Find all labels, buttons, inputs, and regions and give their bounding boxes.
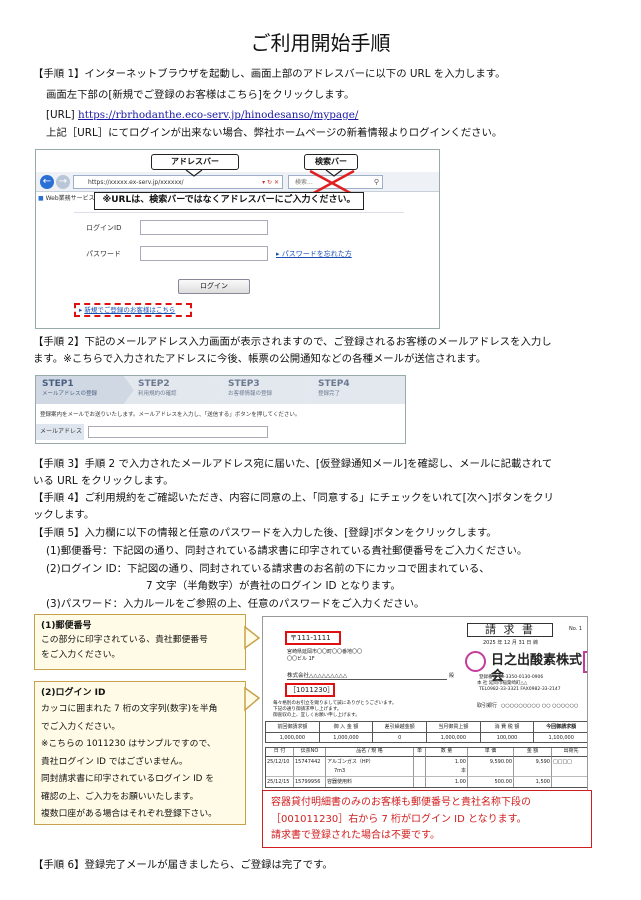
line-cell: 1.00 <box>426 757 468 768</box>
summary-header-cell: 御 入 金 額 <box>319 722 374 733</box>
summary-value-cell: 1,000,000 <box>266 732 320 742</box>
invoice-bank-accounts: ○○○○○○○○○ ○○ ○○○○○○ <box>501 703 579 709</box>
invoice-address-1: 宮崎県延岡市〇〇町〇〇番地〇〇 <box>287 649 363 655</box>
line-cell <box>414 776 426 787</box>
line-cell: 1.00 <box>426 776 468 787</box>
red-note-box: 容器貸付明細書のみのお客様も郵便番号と貴社名称下段の ［001011230］右か… <box>262 790 592 848</box>
line-header-cell: 数 量 <box>426 748 468 757</box>
line-cell <box>414 768 426 776</box>
line-cell <box>294 768 326 776</box>
line-header-cell: 伝票NO <box>294 748 326 757</box>
line-cell: 15799956 <box>294 776 326 787</box>
line-cell <box>514 768 552 776</box>
line-cell <box>552 768 587 776</box>
invoice-postal-code: 〒111-1111 <box>285 631 341 645</box>
invoice-image: 請 求 書 No. 1 〒111-1111 宮崎県延岡市〇〇町〇〇番地〇〇 〇〇… <box>262 616 588 816</box>
company-box-edge <box>583 651 587 673</box>
line-cell: 500.00 <box>468 776 514 787</box>
line-cell <box>468 768 514 776</box>
invoice-number: No. 1 <box>569 626 583 632</box>
line-cell: 本 <box>426 768 468 776</box>
login-callout-pointer <box>244 686 261 712</box>
invoice-bank-label: 取引銀行 <box>477 703 498 709</box>
invoice-date: 2025 年 12 月 31 日 締 <box>483 640 538 646</box>
line-header-cell: 品名 / 規 格 <box>326 748 414 757</box>
step6-line1: 【手順 6】登録完了メールが届きましたら、ご登録は完了です。 <box>33 859 333 871</box>
line-cell: 容器使用料 <box>326 776 414 787</box>
postal-callout-pointer <box>244 625 261 650</box>
summary-value-cell: 0 <box>373 732 427 742</box>
line-cell: 1,500 <box>514 776 552 787</box>
summary-header-cell: 前回御請求額 <box>266 722 320 733</box>
summary-value-cell: 100,000 <box>481 732 535 742</box>
line-cell <box>414 757 426 768</box>
line-header-cell: 出荷先 <box>552 748 587 757</box>
invoice-greeting-3: 御査収の上、宜しくお願い申し上げます。 <box>273 713 360 718</box>
summary-header-cell: 差引繰越金額 <box>373 722 427 733</box>
red-note-line2: ［001011230］右から 7 桁がログイン ID となります。 <box>271 813 527 825</box>
summary-header-cell: 当月御買上額 <box>427 722 481 733</box>
invoice-customer-name: 株式会社△△△△△△△△△ <box>287 673 447 680</box>
line-cell: □□□□ <box>553 759 572 765</box>
invoice-tel: TEL0982-33-3321 FAX0982-33-2147 <box>479 687 561 692</box>
line-header-cell: 日 付 <box>266 748 294 757</box>
summary-header-cell: 今回御請求額 <box>534 722 587 733</box>
line-cell: 15747442 <box>294 757 326 768</box>
invoice-lines-table: 日 付 伝票NO 品名 / 規 格 単 数 量 単 価 金 額 出荷先 25/1… <box>265 747 587 788</box>
line-cell <box>552 776 587 787</box>
summary-value-cell: 1,000,000 <box>320 732 374 742</box>
line-cell: アルゴンガス（HP） <box>326 757 414 768</box>
line-header-cell: 単 <box>414 748 426 757</box>
line-cell: 7m3 <box>326 768 414 776</box>
red-note-line3: 請求書で登録された場合は不要です。 <box>271 830 440 841</box>
invoice-login-id: ［1011230］ <box>285 683 335 697</box>
invoice-address-2: 〇〇ビル 1F <box>287 656 315 662</box>
invoice-honorific: 殿 <box>449 673 455 679</box>
red-note-line1: 容器貸付明細書のみのお客様も郵便番号と貴社名称下段の <box>271 797 531 808</box>
line-cell: 9,590 <box>514 757 552 768</box>
line-cell: 9,590.00 <box>468 757 514 768</box>
summary-value-cell: 1,100,000 <box>548 734 574 741</box>
line-header-cell: 単 価 <box>468 748 514 757</box>
line-cell <box>266 768 294 776</box>
company-logo-icon <box>465 651 486 672</box>
invoice-summary-table: 前回御請求額 御 入 金 額 差引繰越金額 当月御買上額 消 費 税 額 今回御… <box>265 721 587 743</box>
line-cell: 25/12/10 <box>266 757 294 768</box>
invoice-title: 請 求 書 <box>467 623 553 637</box>
summary-value-cell: 1,000,000 <box>427 732 481 742</box>
summary-header-cell: 消 費 税 額 <box>480 722 535 733</box>
line-header-cell: 金 額 <box>514 748 552 757</box>
line-cell: 25/12/15 <box>266 776 294 787</box>
